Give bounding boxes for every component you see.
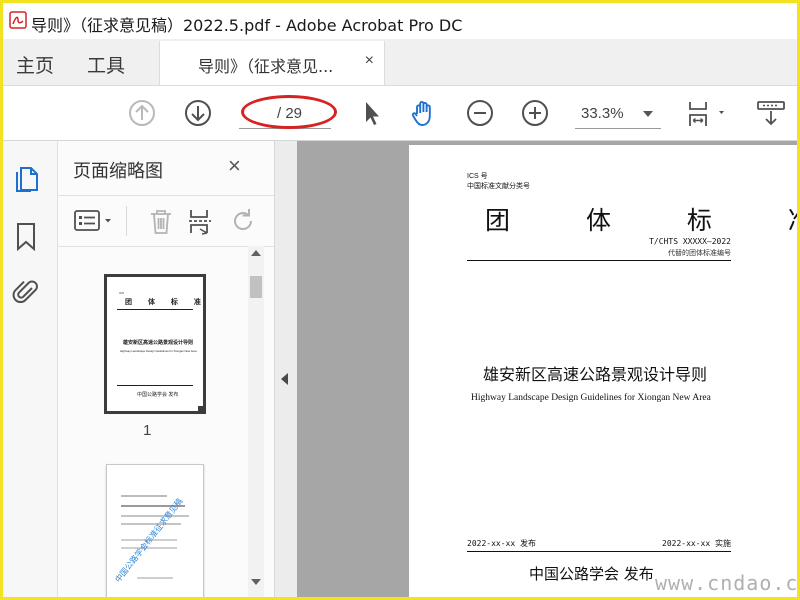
close-panel-icon[interactable]: ×	[228, 153, 241, 179]
page-label-1: 1	[143, 422, 152, 439]
thumbnail-scrollbar[interactable]	[248, 246, 264, 597]
app-window: 导则》（征求意见稿）2022.5.pdf - Adobe Acrobat Pro…	[0, 0, 800, 600]
page-thumbnail-2[interactable]: 中国公路学会标准征求意见稿	[106, 464, 204, 597]
thumb-corner	[198, 406, 204, 412]
acrobat-icon	[9, 11, 27, 29]
document-view[interactable]: ICS 号 中国标准文献分类号 团 体 标 准 T/CHTS XXXXX—202…	[297, 141, 797, 597]
bookmark-icon[interactable]	[12, 221, 40, 251]
zoom-select[interactable]: 33.3%	[575, 100, 661, 129]
site-watermark: www.cndao.com	[655, 571, 799, 595]
attachment-icon[interactable]	[12, 277, 40, 307]
ics-line: ICS 号	[467, 173, 488, 180]
bottom-rule	[467, 551, 731, 552]
thumb-publisher: 中国公路学会 发布	[137, 392, 179, 398]
tools-tab[interactable]: 工具	[87, 51, 125, 78]
page-display-icon[interactable]	[685, 98, 731, 128]
panel-splitter[interactable]	[275, 141, 297, 597]
classification-line: 中国标准文献分类号	[467, 183, 530, 190]
extract-pages-icon[interactable]	[186, 206, 216, 236]
scroll-down-icon[interactable]	[251, 579, 261, 585]
page-thumbnails-icon[interactable]	[12, 163, 40, 193]
standard-title: 团 体 标 准	[485, 206, 797, 235]
panel-toolbar	[58, 195, 274, 247]
delete-page-icon[interactable]	[146, 206, 176, 236]
title-bar: 导则》（征求意见稿）2022.5.pdf - Adobe Acrobat Pro…	[3, 3, 797, 39]
thumb-rule	[117, 309, 193, 310]
menu-bar: 主页 工具 导则》（征求意见... ×	[3, 39, 797, 86]
document-english-title: Highway Landscape Design Guidelines for …	[471, 393, 711, 403]
toolbar: / 29 33.3%	[3, 86, 797, 141]
previous-page-icon[interactable]	[127, 98, 157, 128]
thumb-line	[137, 577, 173, 579]
issue-date: 2022-xx-xx 发布	[467, 539, 536, 548]
document-page: ICS 号 中国标准文献分类号 团 体 标 准 T/CHTS XXXXX—202…	[409, 145, 797, 597]
select-cursor-icon[interactable]	[357, 98, 387, 128]
scroll-thumb[interactable]	[250, 276, 262, 298]
document-tab-label: 导则》（征求意见...	[198, 57, 334, 76]
thumb-rule-bottom	[117, 385, 193, 386]
thumb-line	[121, 523, 181, 525]
collapse-panel-icon[interactable]	[281, 373, 288, 385]
window-title: 导则》（征求意见稿）2022.5.pdf - Adobe Acrobat Pro…	[31, 16, 463, 35]
zoom-out-icon[interactable]	[465, 98, 495, 128]
panel-title: 页面缩略图	[73, 161, 163, 182]
zoom-in-icon[interactable]	[520, 98, 550, 128]
standard-number-note: 代替的团体标准编号	[668, 250, 731, 257]
thumb-line	[121, 495, 167, 497]
thumb-en-title: Highway Landscape Design Guidelines for …	[120, 349, 197, 353]
scroll-up-icon[interactable]	[251, 250, 261, 256]
scrolling-mode-icon[interactable]	[755, 98, 787, 128]
thumb-std-title: 团 体 标 准	[125, 299, 208, 306]
top-rule	[467, 260, 731, 261]
home-tab[interactable]: 主页	[16, 51, 54, 78]
navigation-rail	[3, 141, 58, 597]
standard-number: T/CHTS XXXXX—2022	[649, 237, 731, 246]
document-main-title: 雄安新区高速公路景观设计导则	[483, 365, 708, 384]
highlight-ellipse	[241, 95, 337, 129]
thumb-doc-title: 雄安新区高速公路景观设计导则	[123, 340, 194, 346]
implementation-date: 2022-xx-xx 实施	[662, 539, 731, 548]
document-tab[interactable]: 导则》（征求意见... ×	[159, 41, 385, 85]
thumbnail-panel: 页面缩略图 × ICS 团 体 标 准 雄安新区高速公路景观设计导则 Highw…	[58, 141, 275, 597]
chevron-down-icon	[643, 111, 653, 117]
options-menu-icon[interactable]	[72, 206, 116, 236]
page-thumbnail-1[interactable]: ICS 团 体 标 准 雄安新区高速公路景观设计导则 Highway Lands…	[104, 274, 206, 414]
hand-tool-icon[interactable]	[409, 98, 439, 128]
thumb-ics: ICS	[119, 291, 125, 295]
publisher: 中国公路学会 发布	[529, 565, 654, 583]
zoom-value: 33.3%	[581, 105, 624, 122]
close-tab-icon[interactable]: ×	[365, 52, 374, 70]
next-page-icon[interactable]	[183, 98, 213, 128]
thumbnail-list: ICS 团 体 标 准 雄安新区高速公路景观设计导则 Highway Lands…	[58, 246, 274, 597]
divider	[126, 206, 127, 236]
thumb-line	[121, 515, 189, 517]
rotate-page-icon[interactable]	[228, 206, 258, 236]
